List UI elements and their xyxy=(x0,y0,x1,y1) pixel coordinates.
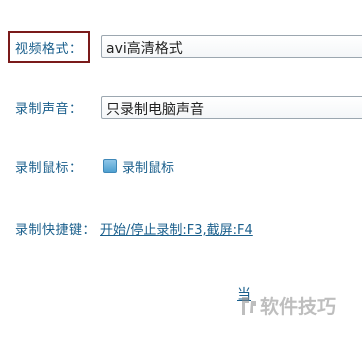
video-format-value: avi高清格式 xyxy=(106,41,183,57)
watermark: 软件技巧 xyxy=(240,292,336,319)
mouse-record-checkbox-label[interactable]: 录制鼠标 xyxy=(122,157,174,176)
watermark-logo-icon xyxy=(242,296,256,315)
audio-record-value: 只录制电脑声音 xyxy=(106,102,204,118)
audio-record-label: 录制声音： xyxy=(15,102,83,117)
mouse-record-label: 录制鼠标： xyxy=(15,161,83,176)
mouse-record-checkbox[interactable] xyxy=(103,159,117,173)
video-format-select[interactable]: avi高清格式 xyxy=(101,35,362,58)
video-format-label: 视频格式： xyxy=(15,42,83,57)
hotkeys-label: 录制快捷键： xyxy=(15,223,97,238)
audio-record-select[interactable]: 只录制电脑声音 xyxy=(101,96,362,119)
watermark-text: 软件技巧 xyxy=(260,296,337,318)
hotkeys-link[interactable]: 开始/停止录制:F3,截屏:F4 xyxy=(100,219,253,238)
